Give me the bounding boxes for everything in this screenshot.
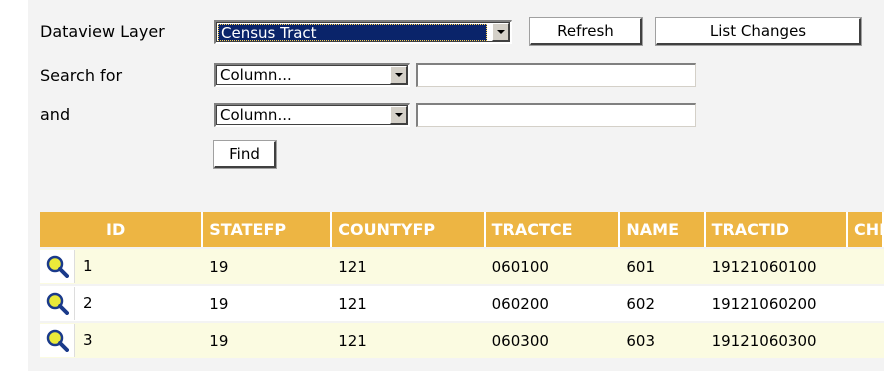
list-changes-button[interactable]: List Changes (655, 17, 862, 46)
row-action-cell[interactable] (40, 287, 75, 320)
column-header-statefp[interactable]: STATEFP (203, 212, 333, 247)
cell-tractce: 060200 (485, 286, 621, 321)
table-header-row: ID STATEFP COUNTYFP TRACTCE NAME TRACTID… (40, 212, 884, 247)
search-column-select[interactable]: Column... (214, 63, 410, 87)
cell-countyfp: 121 (332, 286, 486, 321)
cell-chn (847, 249, 884, 284)
row-action-cell[interactable] (40, 250, 75, 283)
table-row: 3 19 121 060300 603 19121060300 (40, 323, 884, 358)
cell-statefp: 19 (203, 323, 333, 358)
and-column-value: Column... (220, 106, 292, 124)
zoom-magnifier-icon[interactable] (45, 328, 69, 352)
cell-name: 603 (620, 323, 706, 358)
cell-tractid: 19121060300 (705, 323, 848, 358)
column-header-chn[interactable]: CHN (847, 212, 884, 247)
column-header-countyfp[interactable]: COUNTYFP (332, 212, 486, 247)
dataview-layer-label: Dataview Layer (40, 22, 165, 41)
and-column-select[interactable]: Column... (214, 103, 410, 127)
cell-statefp: 19 (203, 286, 333, 321)
refresh-button[interactable]: Refresh (529, 17, 643, 46)
cell-id: 2 (83, 294, 93, 312)
row-action-cell[interactable] (40, 324, 75, 357)
and-value-input[interactable] (416, 103, 696, 127)
results-table: ID STATEFP COUNTYFP TRACTCE NAME TRACTID… (40, 210, 884, 360)
cell-id: 1 (83, 257, 93, 275)
cell-tractid: 19121060100 (705, 249, 848, 284)
cell-tractce: 060100 (485, 249, 621, 284)
column-header-tractid[interactable]: TRACTID (705, 212, 848, 247)
cell-name: 601 (620, 249, 706, 284)
dataview-layer-value: Census Tract (218, 24, 487, 42)
row-id-cell: 2 (40, 286, 204, 321)
find-button[interactable]: Find (213, 140, 277, 169)
table-row: 1 19 121 060100 601 19121060100 (40, 249, 884, 284)
row-id-cell: 1 (40, 249, 204, 284)
cell-countyfp: 121 (332, 323, 486, 358)
dataview-layer-select[interactable]: Census Tract (214, 20, 512, 44)
chevron-down-icon[interactable] (390, 106, 407, 124)
column-header-id[interactable]: ID (40, 212, 204, 247)
and-label: and (40, 105, 71, 124)
search-value-input[interactable] (416, 63, 696, 87)
zoom-magnifier-icon[interactable] (45, 291, 69, 315)
cell-chn (847, 286, 884, 321)
search-for-label: Search for (40, 66, 123, 85)
cell-chn (847, 323, 884, 358)
column-header-tractce[interactable]: TRACTCE (485, 212, 621, 247)
chevron-down-icon[interactable] (492, 23, 509, 41)
cell-tractid: 19121060200 (705, 286, 848, 321)
column-header-name[interactable]: NAME (620, 212, 706, 247)
cell-name: 602 (620, 286, 706, 321)
row-id-cell: 3 (40, 323, 204, 358)
table-row: 2 19 121 060200 602 19121060200 (40, 286, 884, 321)
chevron-down-icon[interactable] (390, 66, 407, 84)
dataview-panel: Dataview Layer Census Tract Refresh List… (28, 0, 884, 371)
cell-id: 3 (83, 331, 93, 349)
search-column-value: Column... (220, 66, 292, 84)
cell-tractce: 060300 (485, 323, 621, 358)
zoom-magnifier-icon[interactable] (45, 254, 69, 278)
cell-countyfp: 121 (332, 249, 486, 284)
cell-statefp: 19 (203, 249, 333, 284)
